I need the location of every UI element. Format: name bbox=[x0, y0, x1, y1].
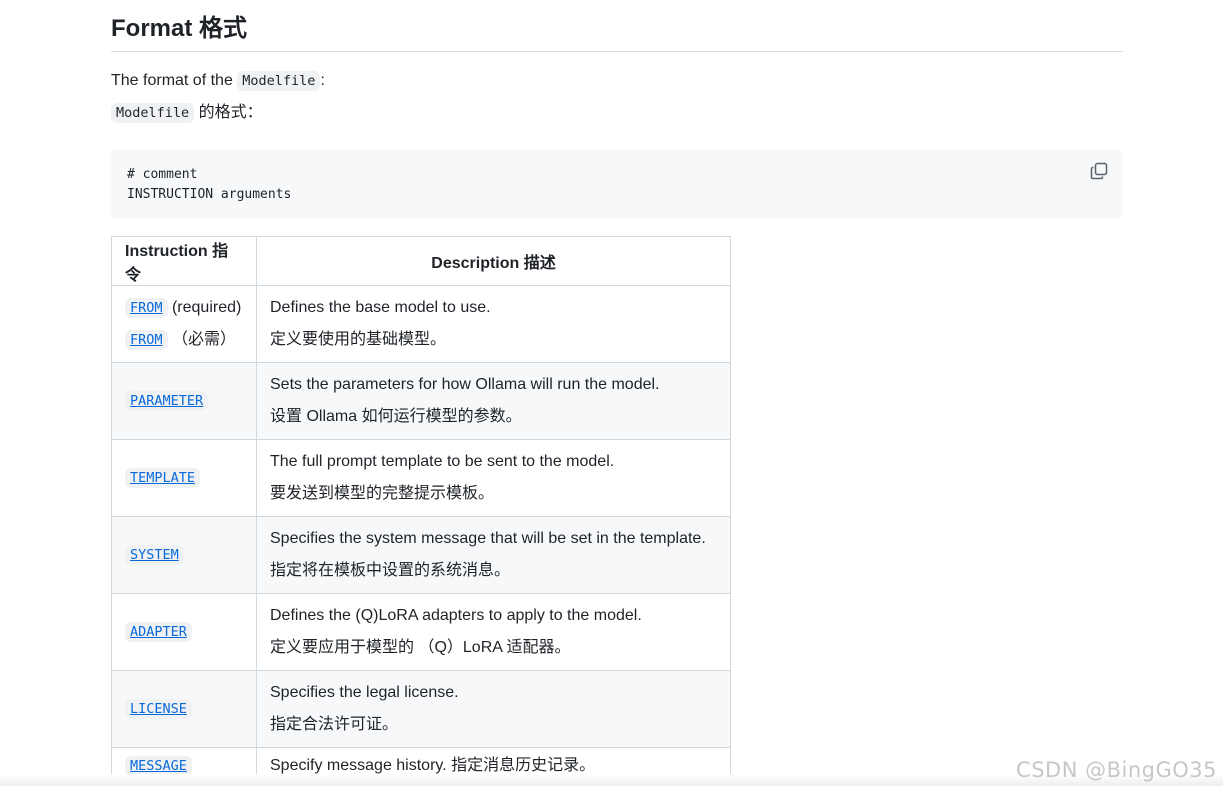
table-row: SYSTEM Specifies the system message that… bbox=[111, 516, 731, 594]
desc-zh: 定义要应用于模型的 （Q）LoRA 适配器。 bbox=[270, 639, 571, 656]
keyword-link-system[interactable]: SYSTEM bbox=[125, 545, 184, 565]
inline-code-modelfile-zh: Modelfile bbox=[111, 103, 195, 123]
intro-zh-text: 的格式： bbox=[194, 104, 263, 121]
watermark: CSDN @BingGO35 bbox=[1016, 758, 1217, 782]
keyword-link-message[interactable]: MESSAGE bbox=[125, 755, 192, 776]
copy-icon[interactable] bbox=[1089, 161, 1109, 181]
section-heading: Format 格式 bbox=[111, 0, 1123, 52]
instruction-cell: FROM (required) FROM （必需） bbox=[111, 285, 257, 363]
table-row: TEMPLATE The full prompt template to be … bbox=[111, 439, 731, 517]
keyword-link-adapter[interactable]: ADAPTER bbox=[125, 622, 192, 642]
desc-en: Specifies the legal license. bbox=[270, 684, 459, 701]
note-required: (required) bbox=[167, 299, 242, 316]
desc-zh: 指定将在模板中设置的系统消息。 bbox=[270, 562, 511, 579]
desc-zh: 定义要使用的基础模型。 bbox=[270, 331, 447, 348]
instruction-cell: PARAMETER bbox=[111, 362, 257, 440]
keyword-link-from[interactable]: FROM bbox=[125, 298, 168, 318]
inline-code-modelfile: Modelfile bbox=[237, 71, 321, 91]
description-cell: Sets the parameters for how Ollama will … bbox=[256, 362, 731, 440]
code-line-instruction: INSTRUCTION arguments bbox=[127, 187, 292, 202]
header-instruction: Instruction 指令 bbox=[111, 236, 257, 286]
header-description: Description 描述 bbox=[256, 236, 731, 286]
instruction-cell: ADAPTER bbox=[111, 593, 257, 671]
table-row: FROM (required) FROM （必需） Defines the ba… bbox=[111, 285, 731, 363]
desc-zh: 设置 Ollama 如何运行模型的参数。 bbox=[270, 408, 522, 425]
description-cell: Specifies the legal license. 指定合法许可证。 bbox=[256, 670, 731, 748]
description-cell: The full prompt template to be sent to t… bbox=[256, 439, 731, 517]
instruction-cell: SYSTEM bbox=[111, 516, 257, 594]
keyword-link-license[interactable]: LICENSE bbox=[125, 699, 192, 719]
instruction-cell: LICENSE bbox=[111, 670, 257, 748]
intro-text: The format of the bbox=[111, 72, 238, 89]
code-content: # comment INSTRUCTION arguments bbox=[127, 165, 291, 205]
description-cell: Defines the (Q)LoRA adapters to apply to… bbox=[256, 593, 731, 671]
table-row: PARAMETER Sets the parameters for how Ol… bbox=[111, 362, 731, 440]
table-row: LICENSE Specifies the legal license. 指定合… bbox=[111, 670, 731, 748]
document-content: Format 格式 The format of the Modelfile: M… bbox=[111, 0, 1123, 784]
desc-zh: 要发送到模型的完整提示模板。 bbox=[270, 485, 495, 502]
code-block: # comment INSTRUCTION arguments bbox=[111, 149, 1123, 219]
intro-line-zh: Modelfile 的格式： bbox=[111, 102, 1123, 124]
desc-en: The full prompt template to be sent to t… bbox=[270, 453, 615, 470]
desc-en: Defines the (Q)LoRA adapters to apply to… bbox=[270, 607, 642, 624]
intro-suffix: : bbox=[320, 72, 325, 89]
desc-en: Sets the parameters for how Ollama will … bbox=[270, 376, 660, 393]
code-line-comment: # comment bbox=[127, 167, 198, 182]
intro-line-en: The format of the Modelfile: bbox=[111, 70, 1123, 92]
desc-en: Specifies the system message that will b… bbox=[270, 530, 706, 547]
description-cell: Defines the base model to use. 定义要使用的基础模… bbox=[256, 285, 731, 363]
keyword-link-from-zh[interactable]: FROM bbox=[125, 330, 168, 350]
table-row: ADAPTER Defines the (Q)LoRA adapters to … bbox=[111, 593, 731, 671]
description-cell: Specifies the system message that will b… bbox=[256, 516, 731, 594]
desc-zh: 指定合法许可证。 bbox=[270, 716, 399, 733]
note-required-zh: （必需） bbox=[167, 331, 236, 348]
instruction-cell: TEMPLATE bbox=[111, 439, 257, 517]
keyword-link-parameter[interactable]: PARAMETER bbox=[125, 391, 209, 411]
desc-en: Defines the base model to use. bbox=[270, 299, 491, 316]
instruction-table: Instruction 指令 Description 描述 FROM (requ… bbox=[111, 236, 731, 784]
keyword-link-template[interactable]: TEMPLATE bbox=[125, 468, 201, 488]
